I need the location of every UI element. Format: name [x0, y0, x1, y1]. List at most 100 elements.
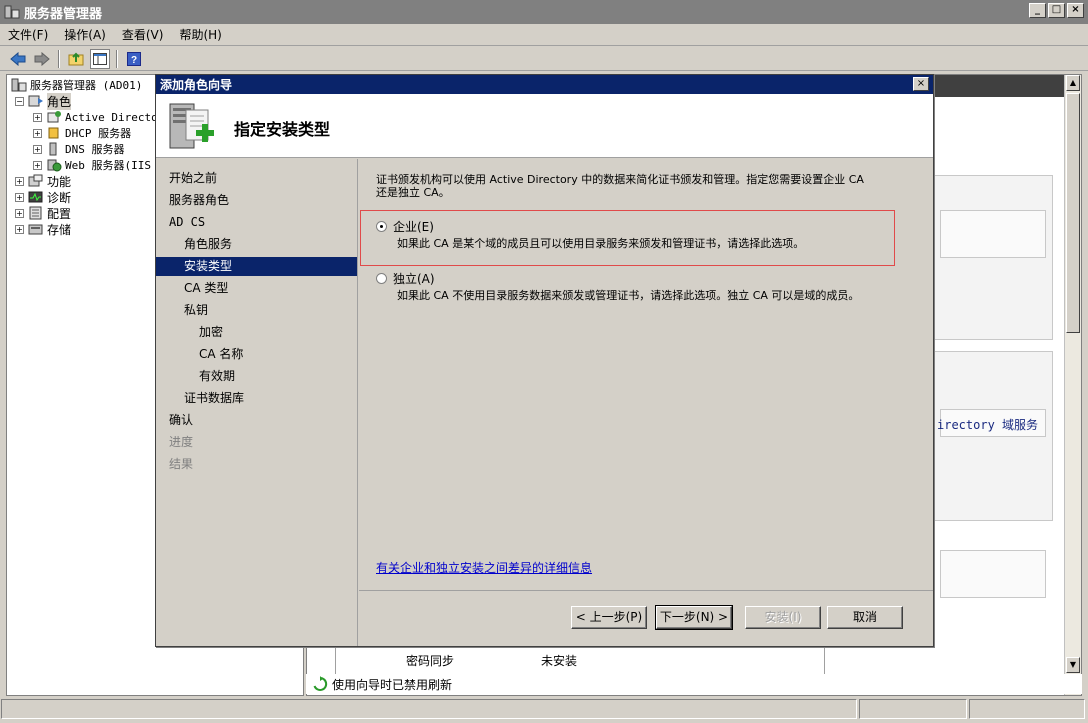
nav-item[interactable]: CA 类型 — [184, 279, 228, 298]
vertical-scrollbar[interactable]: ▲ ▼ — [1064, 75, 1081, 695]
nav-item[interactable]: 证书数据库 — [184, 389, 244, 408]
next-button[interactable]: 下一步(N) > — [655, 605, 733, 630]
summary-inner-box — [940, 210, 1046, 258]
help-icon[interactable]: ? — [124, 49, 144, 69]
dns-icon — [49, 142, 57, 156]
cancel-button[interactable]: 取消 — [827, 606, 903, 629]
wizard-titlebar: 添加角色向导 — [156, 75, 933, 94]
expand-icon[interactable]: + — [33, 112, 42, 122]
window-title: 服务器管理器 — [24, 6, 103, 22]
expand-icon[interactable]: + — [33, 144, 42, 154]
scroll-down-icon[interactable]: ▼ — [1066, 657, 1080, 673]
tree-item-features[interactable]: + 功能 — [15, 173, 71, 189]
status-cell — [969, 699, 1085, 719]
server-add-role-icon — [169, 103, 214, 149]
tree-item-config[interactable]: + 配置 — [15, 205, 71, 221]
install-type-description: 证书颁发机构可以使用 Active Directory 中的数据来简化证书颁发和… — [376, 173, 864, 199]
standalone-radio[interactable] — [376, 273, 387, 284]
show-hide-tree-icon[interactable] — [90, 48, 110, 69]
storage-icon — [28, 224, 43, 235]
back-button[interactable]: < 上一步(P) — [571, 606, 647, 629]
toolbar-separator — [58, 49, 60, 68]
expand-icon[interactable]: + — [15, 224, 24, 234]
tree-item-storage[interactable]: + 存储 — [15, 221, 71, 237]
refresh-icon — [313, 676, 328, 691]
tree-item-dhcp[interactable]: + DHCP 服务器 — [33, 125, 131, 141]
nav-item[interactable]: 私钥 — [184, 301, 208, 320]
nav-item[interactable]: 开始之前 — [169, 169, 217, 188]
wizard-title: 添加角色向导 — [160, 78, 233, 92]
server-icon — [11, 78, 27, 92]
expand-icon[interactable]: + — [33, 128, 42, 138]
roles-icon — [28, 95, 43, 107]
nav-item[interactable]: 服务器角色 — [169, 191, 229, 210]
install-type-details-link[interactable]: 有关企业和独立安装之间差异的详细信息 — [376, 559, 592, 576]
install-button: 安装(I) — [745, 606, 821, 629]
status-cell — [859, 699, 967, 719]
dhcp-icon — [48, 127, 59, 139]
wizard-header: 指定安装类型 — [156, 94, 933, 158]
scroll-thumb[interactable] — [1066, 93, 1080, 333]
status-cell — [1, 699, 857, 719]
window-titlebar: 服务器管理器 _ □ × — [0, 0, 1088, 24]
nav-item-disabled: 结果 — [169, 457, 194, 471]
toolbar: ? — [0, 47, 1088, 71]
nav-item[interactable]: 加密 — [199, 323, 223, 342]
tree-item-ad[interactable]: + Active Directo — [33, 109, 158, 125]
tree-root[interactable]: 服务器管理器 (AD01) — [11, 77, 142, 93]
tree-item-web[interactable]: + Web 服务器(IIS — [33, 157, 151, 173]
tree-item-roles[interactable]: − 角色 — [15, 92, 72, 110]
refresh-status-bar: 使用向导时已禁用刷新 — [306, 674, 1082, 694]
server-manager-icon — [4, 5, 20, 19]
menu-file[interactable]: 文件(F) — [8, 26, 48, 43]
summary-box — [933, 175, 1053, 340]
tree-item-dns[interactable]: + DNS 服务器 — [33, 141, 125, 157]
close-window-button[interactable]: × — [1067, 3, 1084, 18]
status-box — [940, 550, 1046, 598]
wizard-nav: 开始之前 服务器角色 AD CS 角色服务 安装类型 CA 类型 私钥 加密 C… — [156, 159, 358, 646]
nav-item-disabled: 进度 — [169, 435, 194, 449]
minimize-button[interactable]: _ — [1029, 3, 1046, 18]
nav-item[interactable]: 确认 — [169, 411, 193, 430]
enterprise-label[interactable]: 企业(E) — [393, 218, 434, 235]
wizard-page-title: 指定安装类型 — [234, 120, 331, 139]
menu-bar: 文件(F) 操作(A) 查看(V) 帮助(H) — [0, 24, 1088, 46]
content-header-bar — [933, 75, 1081, 97]
nav-item[interactable]: 角色服务 — [184, 235, 232, 254]
collapse-icon[interactable]: − — [15, 96, 24, 106]
wizard-footer: < 上一步(P) 下一步(N) > 安装(I) 取消 — [359, 590, 933, 646]
features-icon — [28, 174, 43, 187]
standalone-description: 如果此 CA 不使用目录服务数据来颁发或管理证书，请选择此选项。独立 CA 可以… — [397, 289, 860, 302]
standalone-label[interactable]: 独立(A) — [393, 270, 435, 287]
web-server-icon — [47, 159, 62, 172]
maximize-button[interactable]: □ — [1048, 3, 1065, 18]
status-bar — [0, 698, 1088, 720]
svg-text:?: ? — [131, 55, 137, 66]
nav-item[interactable]: 有效期 — [199, 367, 235, 386]
expand-icon[interactable]: + — [15, 176, 24, 186]
enterprise-radio[interactable] — [376, 221, 387, 232]
nav-item[interactable]: CA 名称 — [199, 345, 243, 364]
menu-view[interactable]: 查看(V) — [122, 26, 164, 43]
up-folder-icon[interactable] — [66, 49, 86, 69]
add-roles-wizard-dialog: 添加角色向导 × 指定安装类型 开始之前 服务器角色 AD CS 角色服务 安装… — [155, 74, 934, 647]
toolbar-separator — [116, 49, 118, 68]
expand-icon[interactable]: + — [15, 208, 24, 218]
forward-arrow-icon[interactable] — [32, 49, 52, 69]
expand-icon[interactable]: + — [33, 160, 42, 170]
tree-item-diagnostics[interactable]: + 诊断 — [15, 189, 71, 205]
nav-item[interactable]: AD CS — [169, 213, 205, 232]
roles-box: irectory 域服务 — [933, 351, 1053, 598]
expand-icon[interactable]: + — [15, 192, 24, 202]
diagnostics-icon — [28, 191, 43, 203]
wizard-close-button[interactable]: × — [913, 77, 929, 91]
menu-action[interactable]: 操作(A) — [64, 26, 106, 43]
wizard-content: 证书颁发机构可以使用 Active Directory 中的数据来简化证书颁发和… — [359, 159, 933, 589]
menu-help[interactable]: 帮助(H) — [179, 26, 221, 43]
nav-item-active[interactable]: 安装类型 — [156, 257, 357, 276]
enterprise-description: 如果此 CA 是某个域的成员且可以使用目录服务来颁发和管理证书，请选择此选项。 — [397, 237, 805, 250]
active-directory-icon — [47, 111, 61, 123]
scroll-up-icon[interactable]: ▲ — [1066, 75, 1080, 91]
config-icon — [29, 206, 42, 220]
back-arrow-icon[interactable] — [8, 49, 28, 69]
